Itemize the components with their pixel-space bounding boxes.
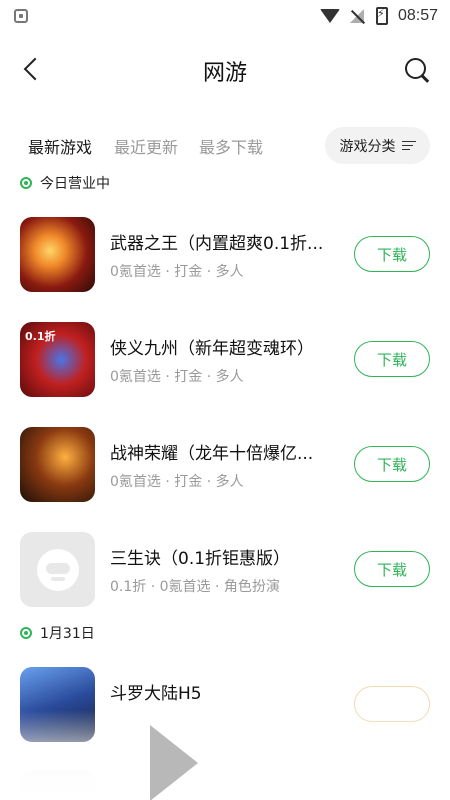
download-button[interactable]: 下载 xyxy=(354,551,430,587)
location-dot-icon xyxy=(20,177,32,189)
status-time: 08:57 xyxy=(397,7,438,24)
bottom-fade-overlay xyxy=(0,710,450,800)
list-item[interactable]: 武器之王（内置超爽0.1折... 0氪首选 · 打金 · 多人 下载 xyxy=(0,217,450,297)
tab-label: 最多下载 xyxy=(199,138,264,157)
game-category-button[interactable]: 游戏分类 xyxy=(325,127,430,164)
download-button[interactable]: 下载 xyxy=(354,446,430,482)
no-signal-icon xyxy=(349,9,366,23)
search-icon[interactable] xyxy=(402,55,432,85)
download-button[interactable]: 下载 xyxy=(354,236,430,272)
section-label: 1月31日 xyxy=(40,626,95,642)
status-bar: 08:57 xyxy=(0,0,450,32)
filter-lines-icon xyxy=(401,140,416,152)
location-dot-icon xyxy=(20,627,32,639)
tab-latest-games[interactable]: 最新游戏 xyxy=(28,134,93,158)
battery-charging-icon xyxy=(375,7,388,25)
tab-most-downloaded[interactable]: 最多下载 xyxy=(199,134,263,158)
game-icon-weapon-king xyxy=(20,217,95,292)
play-arrow-icon xyxy=(150,725,198,800)
placeholder-face-icon xyxy=(36,548,79,591)
tab-bar: 最新游戏 最近更新 最多下载 游戏分类 xyxy=(0,127,450,167)
top-bar: 网游 xyxy=(0,45,450,97)
game-name: 武器之王（内置超爽0.1折... xyxy=(110,234,324,254)
list-item[interactable]: 战神荣耀（龙年十倍爆亿... 0氪首选 · 打金 · 多人 下载 xyxy=(0,427,450,507)
section-label: 今日营业中 xyxy=(40,176,110,192)
status-icons: 08:57 xyxy=(319,7,438,25)
list-item[interactable]: 三生诀（0.1折钜惠版） 0.1折 · 0氪首选 · 角色扮演 下载 xyxy=(0,532,450,612)
game-icon-zhanshen xyxy=(20,427,95,502)
wifi-icon xyxy=(319,9,340,23)
game-name: 侠义九州（新年超变魂环） xyxy=(110,339,314,359)
section-header-date: 1月31日 xyxy=(20,623,95,643)
page-title: 网游 xyxy=(202,61,247,86)
tab-label: 最新游戏 xyxy=(28,138,93,157)
placeholder-icon xyxy=(20,532,95,607)
game-icon-xiayi-jiuzhou: 0.1折 xyxy=(20,322,95,397)
game-name: 斗罗大陆H5 xyxy=(110,684,202,704)
filter-label: 游戏分类 xyxy=(339,138,396,155)
tab-label: 最近更新 xyxy=(114,138,179,157)
icon-discount-badge: 0.1折 xyxy=(25,330,56,343)
game-name: 战神荣耀（龙年十倍爆亿... xyxy=(110,444,314,464)
game-tags: 0氪首选 · 打金 · 多人 xyxy=(110,264,244,280)
tab-recently-updated[interactable]: 最近更新 xyxy=(114,134,178,158)
game-tags: 0.1折 · 0氪首选 · 角色扮演 xyxy=(110,579,280,595)
game-tags: 0氪首选 · 打金 · 多人 xyxy=(110,474,244,490)
game-name: 三生诀（0.1折钜惠版） xyxy=(110,549,291,569)
section-header-today: 今日营业中 xyxy=(20,173,110,193)
game-tags: 0氪首选 · 打金 · 多人 xyxy=(110,369,244,385)
download-button[interactable]: 下载 xyxy=(354,341,430,377)
list-item[interactable]: 0.1折 侠义九州（新年超变魂环） 0氪首选 · 打金 · 多人 下载 xyxy=(0,322,450,402)
shield-icon xyxy=(14,9,28,23)
